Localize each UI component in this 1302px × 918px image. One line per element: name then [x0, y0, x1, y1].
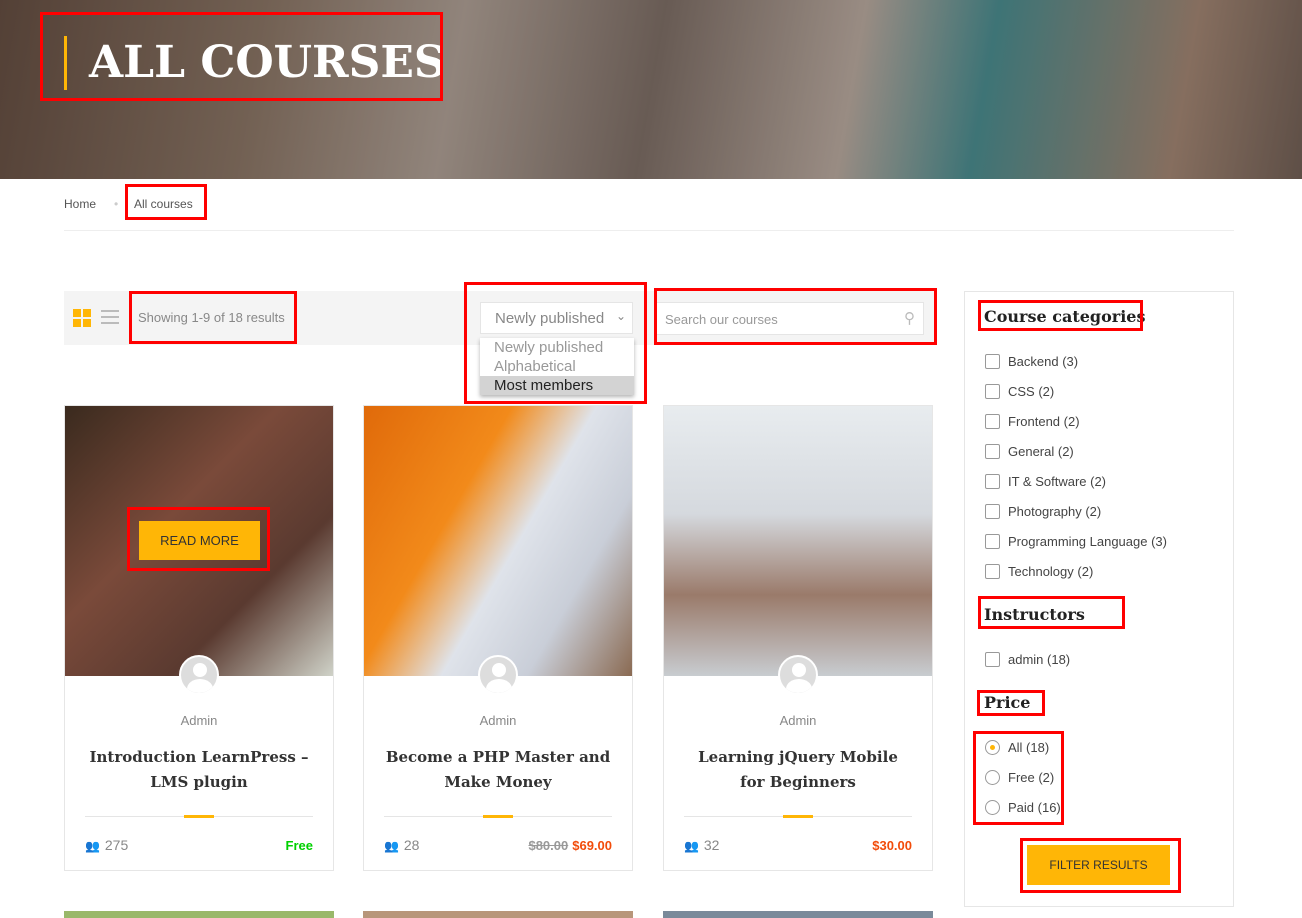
course-card[interactable]: READ MORE Admin Introduction LearnPress … [64, 405, 334, 871]
breadcrumb-current: All courses [134, 197, 193, 211]
list-view-icon[interactable] [101, 310, 119, 326]
students-icon: 👥 [384, 839, 399, 853]
students-icon: 👥 [684, 839, 699, 853]
student-count: 275 [104, 837, 129, 853]
sort-option-newly-published[interactable]: Newly published [480, 338, 634, 357]
course-price: $30.00 [872, 838, 912, 853]
sort-dropdown: Newly published Alphabetical Most member… [480, 338, 634, 395]
course-price: $69.00 [572, 838, 612, 853]
sort-option-most-members[interactable]: Most members [480, 376, 634, 395]
instructor-checkbox[interactable]: admin (18) [985, 652, 1070, 667]
author-avatar [179, 655, 219, 695]
page-title: ALL COURSES [64, 36, 446, 90]
course-card[interactable]: Admin Learning jQuery Mobile for Beginne… [663, 405, 933, 871]
breadcrumb-separator: • [114, 197, 119, 211]
course-title[interactable]: Learning jQuery Mobile for Beginners [684, 745, 912, 795]
divider [85, 815, 313, 818]
course-thumbnail[interactable]: READ MORE [65, 406, 333, 676]
author-avatar [778, 655, 818, 695]
course-card[interactable]: Admin Become a PHP Master and Make Money… [363, 405, 633, 871]
instructors-title: Instructors [984, 605, 1085, 624]
price-radio-paid[interactable]: Paid (16) [985, 800, 1061, 815]
course-thumbnail[interactable] [363, 911, 633, 918]
price-title: Price [984, 693, 1031, 712]
category-checkbox[interactable]: Backend (3) [985, 354, 1078, 369]
categories-title: Course categories [984, 307, 1146, 326]
chevron-down-icon: ⌄ [615, 309, 626, 323]
sort-select[interactable]: Newly published ⌄ [480, 302, 633, 334]
category-checkbox[interactable]: Frontend (2) [985, 414, 1080, 429]
course-search-input[interactable]: Search our courses ⚲ [656, 302, 924, 335]
result-count: Showing 1-9 of 18 results [138, 310, 285, 325]
category-checkbox[interactable]: Photography (2) [985, 504, 1101, 519]
course-thumbnail[interactable] [364, 406, 632, 676]
sort-option-alphabetical[interactable]: Alphabetical [480, 357, 634, 376]
search-placeholder: Search our courses [665, 312, 778, 327]
breadcrumb-home[interactable]: Home [64, 197, 96, 211]
course-price: Free [285, 838, 313, 853]
sort-selected-value: Newly published [495, 310, 605, 327]
price-radio-free[interactable]: Free (2) [985, 770, 1054, 785]
course-author[interactable]: Admin [364, 713, 632, 728]
grid-view-icon[interactable] [73, 309, 91, 327]
price-radio-all[interactable]: All (18) [985, 740, 1049, 755]
divider [384, 815, 612, 818]
students-icon: 👥 [85, 839, 100, 853]
author-avatar [478, 655, 518, 695]
course-title[interactable]: Become a PHP Master and Make Money [384, 745, 612, 795]
student-count: 28 [403, 837, 420, 853]
course-author[interactable]: Admin [664, 713, 932, 728]
divider [64, 230, 1234, 231]
category-checkbox[interactable]: Programming Language (3) [985, 534, 1167, 549]
divider [684, 815, 912, 818]
category-checkbox[interactable]: Technology (2) [985, 564, 1093, 579]
page-hero-banner: ALL COURSES [0, 0, 1302, 179]
filter-results-button[interactable]: FILTER RESULTS [1027, 845, 1170, 885]
course-thumbnail[interactable] [663, 911, 933, 918]
category-checkbox[interactable]: IT & Software (2) [985, 474, 1106, 489]
course-title[interactable]: Introduction LearnPress – LMS plugin [85, 745, 313, 795]
student-count: 32 [703, 837, 720, 853]
search-icon[interactable]: ⚲ [904, 309, 915, 327]
category-checkbox[interactable]: CSS (2) [985, 384, 1054, 399]
original-price: $80.00 [528, 838, 569, 853]
course-author[interactable]: Admin [65, 713, 333, 728]
course-thumbnail[interactable] [664, 406, 932, 676]
category-checkbox[interactable]: General (2) [985, 444, 1074, 459]
course-thumbnail[interactable] [64, 911, 334, 918]
read-more-button[interactable]: READ MORE [139, 521, 260, 560]
